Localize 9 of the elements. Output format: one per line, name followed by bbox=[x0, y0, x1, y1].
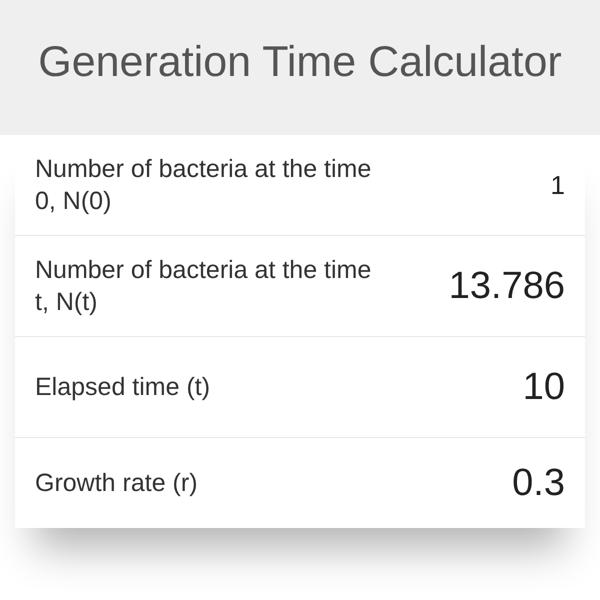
value-field[interactable]: 1 bbox=[385, 170, 565, 200]
field-label: Elapsed time (t) bbox=[35, 372, 210, 403]
value-field[interactable]: 13.786 bbox=[385, 264, 565, 308]
value-field[interactable]: 10 bbox=[385, 366, 565, 408]
value-field[interactable]: 0.3 bbox=[385, 462, 565, 504]
field-label: Number of bacteria at the time 0, N(0) bbox=[35, 154, 372, 217]
field-label: Growth rate (r) bbox=[35, 468, 198, 499]
field-label: Number of bacteria at the time t, N(t) bbox=[35, 254, 372, 318]
calculator-title: Generation Time Calculator bbox=[38, 38, 562, 88]
